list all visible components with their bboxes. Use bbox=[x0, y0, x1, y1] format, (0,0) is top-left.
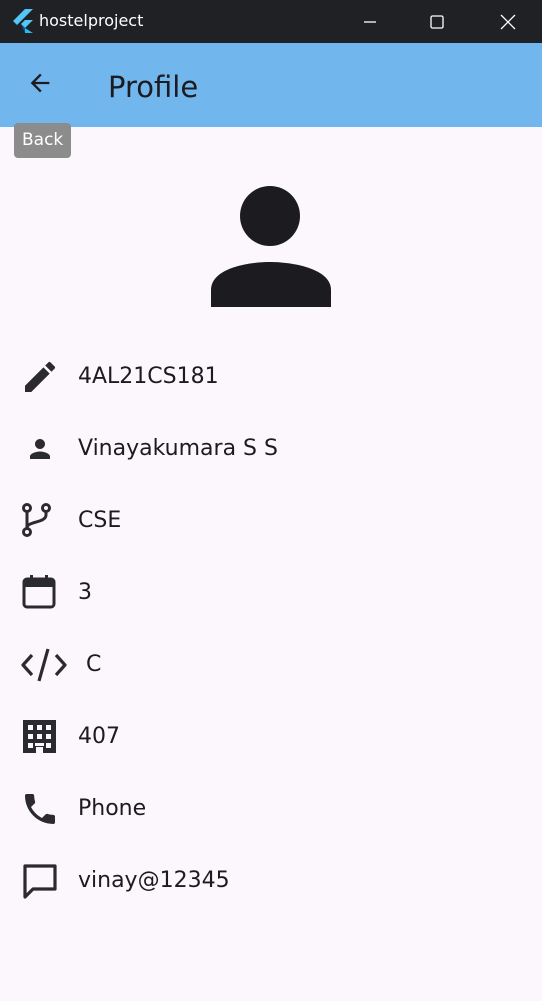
info-row-name: Vinayakumara S S bbox=[0, 417, 542, 477]
name-value: Vinayakumara S S bbox=[78, 436, 278, 461]
info-row-email: vinay@12345 bbox=[0, 849, 542, 909]
message-icon bbox=[20, 861, 60, 901]
phone-icon bbox=[20, 789, 60, 829]
app-bar: Profile bbox=[0, 43, 542, 127]
email-value: vinay@12345 bbox=[78, 868, 230, 893]
calendar-icon bbox=[20, 573, 60, 613]
section-value: C bbox=[86, 652, 102, 677]
usn-value: 4AL21CS181 bbox=[78, 364, 219, 389]
phone-value: Phone bbox=[78, 796, 147, 821]
info-row-room: 407 bbox=[0, 705, 542, 765]
info-row-usn: 4AL21CS181 bbox=[0, 345, 542, 405]
page-title: Profile bbox=[108, 70, 199, 104]
back-button[interactable] bbox=[14, 61, 66, 109]
close-button[interactable] bbox=[478, 0, 538, 43]
minimize-icon bbox=[363, 15, 377, 29]
person-icon bbox=[209, 186, 333, 313]
maximize-button[interactable] bbox=[407, 0, 467, 43]
window-title: hostelproject bbox=[39, 11, 144, 30]
avatar bbox=[209, 185, 333, 309]
person-icon bbox=[20, 429, 60, 469]
flutter-icon bbox=[12, 9, 34, 33]
back-tooltip: Back bbox=[14, 123, 72, 158]
branch-value: CSE bbox=[78, 508, 122, 533]
arrow-back-icon bbox=[26, 69, 54, 101]
close-icon bbox=[500, 14, 516, 30]
minimize-button[interactable] bbox=[340, 0, 400, 43]
info-row-phone: Phone bbox=[0, 777, 542, 837]
branch-icon bbox=[20, 501, 60, 541]
semester-value: 3 bbox=[78, 580, 92, 605]
info-row-section: C bbox=[0, 633, 542, 693]
maximize-icon bbox=[430, 14, 444, 29]
info-row-branch: CSE bbox=[0, 489, 542, 549]
window-titlebar: hostelproject bbox=[0, 0, 542, 43]
room-value: 407 bbox=[78, 724, 120, 749]
code-icon bbox=[20, 645, 67, 685]
info-row-semester: 3 bbox=[0, 561, 542, 621]
building-icon bbox=[20, 717, 60, 757]
edit-icon bbox=[20, 357, 60, 397]
